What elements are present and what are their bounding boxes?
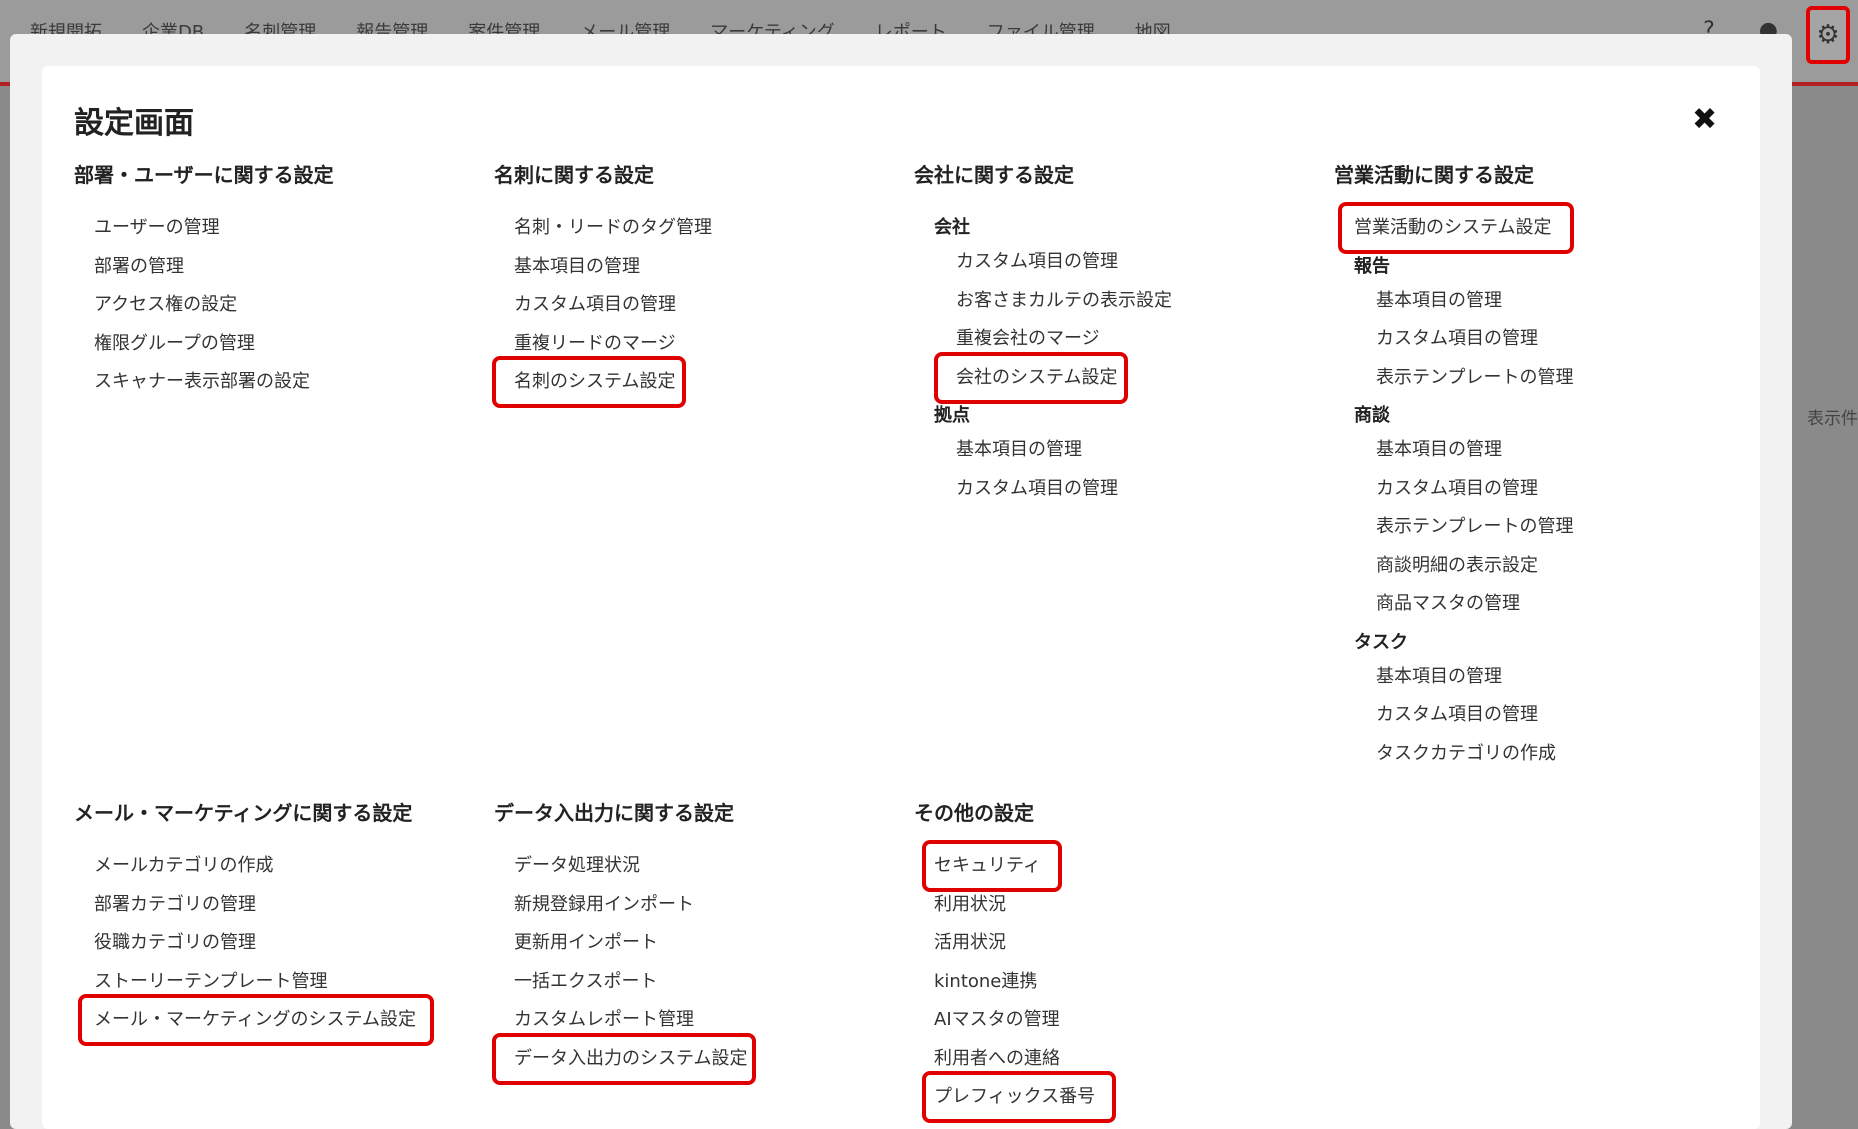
settings-link[interactable]: 役職カテゴリの管理 <box>74 931 416 970</box>
section-data: データ入出力に関する設定 データ処理状況 新規登録用インポート 更新用インポート… <box>492 797 756 1086</box>
settings-modal: 設定画面 ✖ 部署・ユーザーに関する設定 ユーザーの管理 部署の管理 アクセス権… <box>42 66 1760 1129</box>
link-label: 会社のシステム設定 <box>956 366 1118 388</box>
settings-link[interactable]: 基本項目の管理 <box>1334 438 1573 477</box>
link-label: データ入出力のシステム設定 <box>514 1047 748 1069</box>
settings-link[interactable]: 商談明細の表示設定 <box>1334 554 1573 593</box>
section-heading: 部署・ユーザーに関する設定 <box>74 163 334 187</box>
group-heading: 会社 <box>934 217 970 238</box>
settings-link[interactable]: カスタム項目の管理 <box>1334 703 1573 742</box>
settings-link[interactable]: 表示テンプレートの管理 <box>1334 515 1573 554</box>
settings-link-highlighted[interactable]: 営業活動のシステム設定 <box>1334 202 1574 255</box>
settings-link[interactable]: 基本項目の管理 <box>914 438 1172 477</box>
settings-link[interactable]: スキャナー表示部署の設定 <box>74 370 334 409</box>
settings-link[interactable]: 新規登録用インポート <box>494 893 747 932</box>
settings-link[interactable]: カスタム項目の管理 <box>914 477 1172 516</box>
settings-link[interactable]: カスタム項目の管理 <box>1334 477 1573 516</box>
background-text: 表示件 <box>1807 409 1858 429</box>
group-heading: 商談 <box>1354 405 1390 426</box>
section-heading: 名刺に関する設定 <box>494 163 654 187</box>
modal-title: 設定画面 <box>74 106 194 141</box>
settings-link[interactable]: 活用状況 <box>914 931 1095 970</box>
link-label: 営業活動のシステム設定 <box>1354 217 1552 238</box>
link-label: セキュリティ <box>934 855 1041 876</box>
group-heading: タスク <box>1354 631 1408 653</box>
settings-link-highlighted[interactable]: 名刺のシステム設定 <box>492 356 712 409</box>
settings-link-highlighted[interactable]: データ入出力のシステム設定 <box>492 1032 756 1086</box>
settings-link[interactable]: ユーザーの管理 <box>74 216 334 255</box>
section-heading: 会社に関する設定 <box>914 163 1074 187</box>
settings-link-highlighted[interactable]: 会社のシステム設定 <box>914 351 1172 405</box>
settings-link[interactable]: 名刺・リードのタグ管理 <box>494 216 712 255</box>
section-other: その他の設定 セキュリティ 利用状況 活用状況 kintone連携 AIマスタの… <box>914 797 1116 1124</box>
settings-gear-button[interactable]: ⚙ <box>1806 6 1850 64</box>
group-heading: 報告 <box>1354 255 1390 277</box>
settings-link[interactable]: カスタム項目の管理 <box>1334 327 1573 366</box>
link-label: メール・マーケティングのシステム設定 <box>94 1009 417 1030</box>
settings-link[interactable]: お客さまカルテの表示設定 <box>914 289 1172 328</box>
settings-link[interactable]: 権限グループの管理 <box>74 332 334 371</box>
settings-link[interactable]: 商品マスタの管理 <box>1334 592 1573 631</box>
close-icon[interactable]: ✖ <box>1692 102 1717 137</box>
settings-link[interactable]: 更新用インポート <box>494 931 747 970</box>
settings-link[interactable]: カスタム項目の管理 <box>914 250 1172 289</box>
settings-link[interactable]: kintone連携 <box>914 970 1095 1009</box>
section-sales: 営業活動に関する設定 営業活動のシステム設定 報告 基本項目の管理 カスタム項目… <box>1334 159 1574 781</box>
settings-link[interactable]: 一括エクスポート <box>494 970 747 1009</box>
settings-link[interactable]: 基本項目の管理 <box>1334 289 1573 328</box>
section-company: 会社に関する設定 会社 カスタム項目の管理 お客さまカルテの表示設定 重複会社の… <box>914 159 1172 515</box>
settings-link[interactable]: 基本項目の管理 <box>494 255 712 294</box>
settings-link[interactable]: データ処理状況 <box>494 854 747 893</box>
link-label: プレフィックス番号 <box>934 1086 1096 1107</box>
settings-link-highlighted[interactable]: メール・マーケティングのシステム設定 <box>74 994 434 1047</box>
gear-icon: ⚙ <box>1816 20 1840 50</box>
link-label: 名刺のシステム設定 <box>514 371 676 392</box>
group-heading: 拠点 <box>934 405 970 426</box>
settings-link[interactable]: 基本項目の管理 <box>1334 665 1573 704</box>
settings-link[interactable]: カスタム項目の管理 <box>494 293 712 332</box>
settings-link[interactable]: タスクカテゴリの作成 <box>1334 742 1573 781</box>
settings-link[interactable]: メールカテゴリの作成 <box>74 854 416 893</box>
section-card: 名刺に関する設定 名刺・リードのタグ管理 基本項目の管理 カスタム項目の管理 重… <box>492 159 712 409</box>
settings-link-highlighted[interactable]: プレフィックス番号 <box>914 1071 1116 1124</box>
settings-link[interactable]: AIマスタの管理 <box>914 1008 1095 1047</box>
settings-link[interactable]: アクセス権の設定 <box>74 293 334 332</box>
section-heading: メール・マーケティングに関する設定 <box>74 801 413 825</box>
settings-link[interactable]: 表示テンプレートの管理 <box>1334 366 1573 405</box>
section-heading: 営業活動に関する設定 <box>1334 163 1534 187</box>
settings-link[interactable]: 利用状況 <box>914 893 1095 932</box>
section-user: 部署・ユーザーに関する設定 ユーザーの管理 部署の管理 アクセス権の設定 権限グ… <box>74 159 334 409</box>
section-heading: データ入出力に関する設定 <box>494 801 734 825</box>
settings-link[interactable]: 部署カテゴリの管理 <box>74 893 416 932</box>
settings-link-highlighted[interactable]: セキュリティ <box>914 840 1095 893</box>
settings-link[interactable]: 部署の管理 <box>74 255 334 294</box>
section-heading: その他の設定 <box>914 801 1034 825</box>
section-mail: メール・マーケティングに関する設定 メールカテゴリの作成 部署カテゴリの管理 役… <box>74 797 434 1047</box>
